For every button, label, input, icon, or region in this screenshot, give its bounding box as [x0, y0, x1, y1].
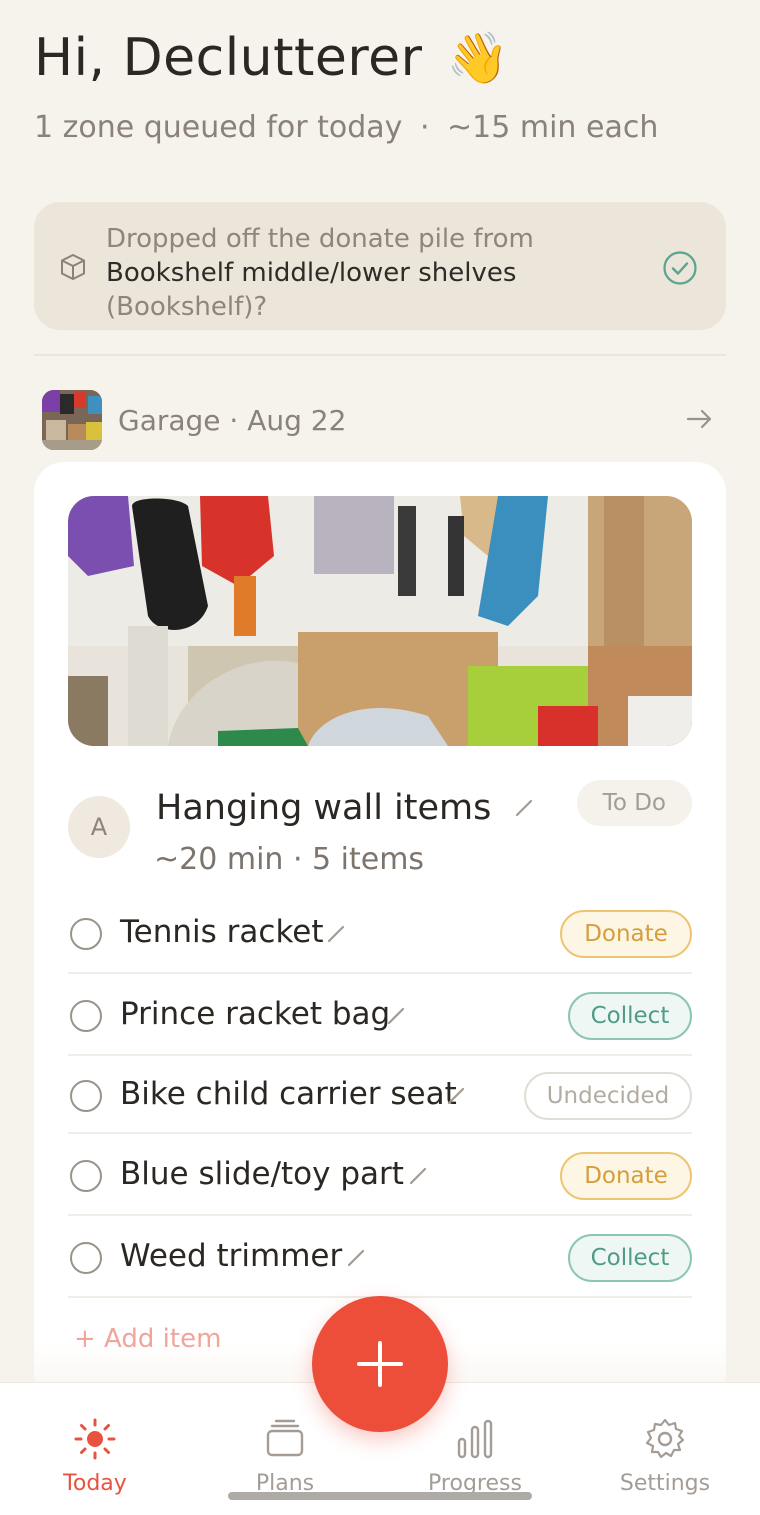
item-name[interactable]: Bike child carrier seat [120, 1076, 457, 1112]
item-tag-donate[interactable]: Donate [560, 910, 692, 958]
item-checkbox[interactable] [70, 1160, 102, 1192]
list-item: Prince racket bag Collect [68, 974, 692, 1056]
task-avatar: A [68, 796, 130, 858]
stack-icon [266, 1419, 304, 1457]
add-zone-button[interactable] [312, 1296, 448, 1432]
tab-today[interactable]: Today [0, 1383, 190, 1515]
banner-line-2: Bookshelf middle/lower shelves [106, 258, 517, 288]
pencil-icon[interactable] [386, 1006, 406, 1026]
zones-count-text: 1 zone queued for today [34, 110, 403, 145]
check-circle-icon[interactable] [662, 250, 698, 286]
item-name[interactable]: Blue slide/toy part [120, 1156, 404, 1192]
tab-label: Today [63, 1471, 127, 1496]
pencil-icon[interactable] [408, 1166, 428, 1186]
wave-icon: 👋 [446, 28, 510, 87]
banner-text: Dropped off the donate pile from Bookshe… [106, 222, 534, 324]
gear-icon [645, 1418, 685, 1459]
task-meta: ~20 min · 5 items [154, 842, 425, 877]
task-title[interactable]: Hanging wall items [156, 788, 491, 828]
item-name[interactable]: Prince racket bag [120, 996, 390, 1032]
pencil-icon[interactable] [514, 798, 534, 818]
item-checkbox[interactable] [70, 1080, 102, 1112]
pencil-icon[interactable] [326, 924, 346, 944]
tab-settings[interactable]: Settings [570, 1383, 760, 1515]
section-divider [34, 354, 726, 356]
greeting-text: Hi, Declutterer [34, 28, 423, 88]
bar-chart-icon [457, 1419, 493, 1459]
zone-label: Garage · Aug 22 [118, 404, 347, 437]
pencil-icon[interactable] [446, 1086, 466, 1106]
list-item: Blue slide/toy part Donate [68, 1134, 692, 1216]
item-tag-collect[interactable]: Collect [568, 992, 692, 1040]
list-item: Bike child carrier seat Undecided [68, 1056, 692, 1134]
item-checkbox[interactable] [70, 1000, 102, 1032]
item-name[interactable]: Tennis racket [120, 914, 324, 950]
list-item: Tennis racket Donate [68, 892, 692, 974]
donation-dropoff-banner[interactable]: Dropped off the donate pile from Bookshe… [34, 202, 726, 330]
item-tag-undecided[interactable]: Undecided [524, 1072, 692, 1120]
item-checkbox[interactable] [70, 918, 102, 950]
zone-header-row[interactable]: Garage · Aug 22 [42, 390, 718, 450]
banner-line-1: Dropped off the donate pile from [106, 224, 534, 254]
item-name[interactable]: Weed trimmer [120, 1238, 342, 1274]
status-badge[interactable]: To Do [576, 780, 692, 826]
item-checkbox[interactable] [70, 1242, 102, 1274]
arrow-right-icon[interactable] [684, 404, 714, 434]
home-indicator [228, 1492, 532, 1500]
item-tag-donate[interactable]: Donate [560, 1152, 692, 1200]
item-tag-collect[interactable]: Collect [568, 1234, 692, 1282]
zone-photo [68, 496, 692, 746]
zone-thumbnail [42, 390, 102, 450]
tab-label: Settings [619, 1471, 711, 1496]
today-summary: 1 zone queued for today · ~15 min each [34, 110, 658, 145]
greeting-heading: Hi, Declutterer 👋 [34, 28, 509, 88]
separator-dot: · [419, 110, 430, 145]
banner-line-3: (Bookshelf)? [106, 292, 268, 322]
pencil-icon[interactable] [346, 1248, 366, 1268]
task-card: A Hanging wall items To Do ~20 min · 5 i… [34, 462, 726, 1402]
time-estimate-text: ~15 min each [447, 110, 659, 145]
sun-icon [74, 1418, 116, 1460]
plus-icon [357, 1341, 403, 1387]
item-list: Tennis racket Donate Prince racket bag C… [68, 892, 692, 1298]
list-item: Weed trimmer Collect [68, 1216, 692, 1298]
box-icon [61, 254, 85, 280]
